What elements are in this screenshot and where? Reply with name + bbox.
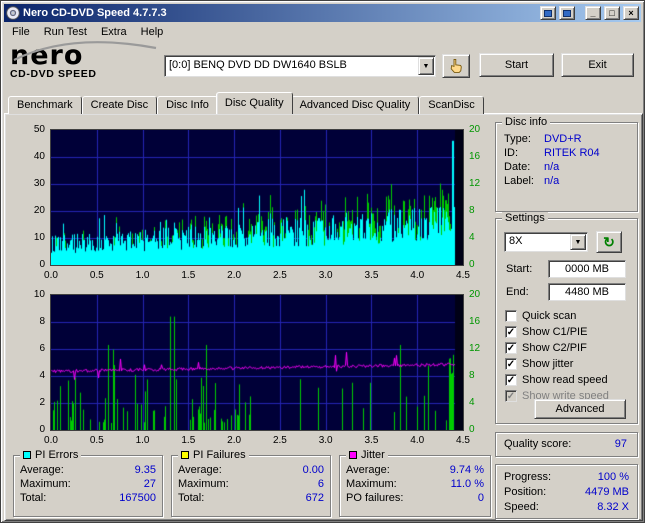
disc-quality-page: 50 40 30 20 10 0 20 16 12 8 4 0 0.0 0.5 … bbox=[4, 113, 643, 521]
checkbox-box[interactable] bbox=[505, 309, 517, 322]
bottom-chart-left-axis: 10 8 6 4 2 0 bbox=[33, 289, 45, 435]
close-button[interactable]: × bbox=[623, 6, 639, 20]
bottom-chart-canvas bbox=[51, 295, 463, 430]
pie-color-swatch bbox=[23, 451, 31, 459]
checkbox-show-c1-pie[interactable]: ✓ Show C1/PIE bbox=[505, 325, 587, 338]
tab-disc-info[interactable]: Disc Info bbox=[157, 96, 218, 114]
app-window: Nero CD-DVD Speed 4.7.7.3 _ □ × File Run… bbox=[0, 0, 645, 523]
refresh-button[interactable]: ↻ bbox=[596, 231, 622, 253]
menu-bar: File Run Test Extra Help bbox=[5, 23, 640, 41]
position-row: Position: 4479 MB bbox=[504, 486, 629, 498]
header: nero CD-DVD SPEED [0:0] BENQ DVD DD DW16… bbox=[5, 41, 640, 93]
checkbox-show-read-speed[interactable]: ✓ Show read speed bbox=[505, 373, 608, 386]
logo-main-text: nero bbox=[10, 40, 84, 71]
window-title: Nero CD-DVD Speed 4.7.7.3 bbox=[23, 7, 167, 19]
tool-icon bbox=[544, 9, 552, 17]
bottom-chart-x-axis: 0.0 0.5 1.0 1.5 2.0 2.5 3.0 3.5 4.0 4.5 bbox=[44, 435, 470, 446]
info-row: Date: n/a bbox=[504, 161, 560, 173]
end-field[interactable]: 4480 MB bbox=[548, 283, 626, 301]
title-bar[interactable]: Nero CD-DVD Speed 4.7.7.3 _ □ × bbox=[4, 4, 641, 22]
end-label: End: bbox=[506, 286, 529, 298]
app-icon bbox=[6, 6, 20, 20]
stat-row: Maximum: 6 bbox=[178, 478, 324, 490]
checkbox-box[interactable]: ✓ bbox=[505, 373, 517, 386]
minimize-button[interactable]: _ bbox=[585, 6, 601, 20]
exit-button[interactable]: Exit bbox=[561, 53, 634, 77]
tab-create-disc[interactable]: Create Disc bbox=[81, 96, 158, 114]
top-chart-canvas bbox=[51, 130, 463, 265]
pi-errors-legend: PI Errors bbox=[20, 449, 82, 461]
settings-panel: Settings 8X ▼ ↻ Start: 0000 MB End: 4480… bbox=[495, 212, 638, 424]
speed-row: Speed: 8.32 X bbox=[504, 501, 629, 513]
stat-row: Average: 9.74 % bbox=[346, 464, 484, 476]
disc-info-title: Disc info bbox=[502, 116, 551, 128]
menu-extra[interactable]: Extra bbox=[94, 24, 134, 40]
progress-row: Progress: 100 % bbox=[504, 471, 629, 483]
info-row: Label: n/a bbox=[504, 175, 560, 187]
progress-panel: Progress: 100 % Position: 4479 MB Speed: 8.… bbox=[495, 464, 638, 519]
speed-select-value: 8X bbox=[509, 235, 523, 247]
stat-row: Average: 0.00 bbox=[178, 464, 324, 476]
stat-row: Total: 672 bbox=[178, 492, 324, 504]
tab-advanced-disc-quality[interactable]: Advanced Disc Quality bbox=[290, 96, 420, 114]
pi-failures-legend: PI Failures bbox=[178, 449, 249, 461]
checkbox-show-jitter[interactable]: ✓ Show jitter bbox=[505, 357, 573, 370]
jitter-color-swatch bbox=[349, 451, 357, 459]
checkbox-box[interactable]: ✓ bbox=[505, 325, 517, 338]
advanced-button[interactable]: Advanced bbox=[534, 399, 626, 419]
menu-run-test[interactable]: Run Test bbox=[37, 24, 94, 40]
drive-select[interactable]: [0:0] BENQ DVD DD DW1640 BSLB ▼ bbox=[164, 55, 436, 77]
tab-strip: Benchmark Create Disc Disc Info Disc Qua… bbox=[8, 92, 484, 114]
stat-row: PO failures: 0 bbox=[346, 492, 484, 504]
drive-select-value: [0:0] BENQ DVD DD DW1640 BSLB bbox=[169, 59, 347, 71]
checkbox-box: ✓ bbox=[505, 389, 517, 402]
info-row: Type: DVD+R bbox=[504, 133, 582, 145]
quality-score-value: 97 bbox=[614, 438, 627, 450]
quality-score-label: Quality score: bbox=[504, 438, 572, 450]
speed-select[interactable]: 8X ▼ bbox=[504, 232, 588, 252]
titlebar-tool-button-1[interactable] bbox=[540, 6, 556, 20]
bottom-chart-right-axis: 20 16 12 8 4 0 bbox=[469, 289, 481, 435]
stat-row: Maximum: 11.0 % bbox=[346, 478, 484, 490]
top-chart-right-axis: 20 16 12 8 4 0 bbox=[469, 124, 481, 270]
disc-info-panel: Disc info Type: DVD+R ID: RITEK R04 Date: n… bbox=[495, 116, 638, 212]
start-field[interactable]: 0000 MB bbox=[548, 260, 626, 278]
jitter-panel: Jitter Average: 9.74 % Maximum: 11.0 % PO … bbox=[339, 449, 491, 517]
pi-failures-panel: PI Failures Average: 0.00 Maximum: 6 Total… bbox=[171, 449, 331, 517]
checkbox-box[interactable]: ✓ bbox=[505, 341, 517, 354]
pi-errors-panel: PI Errors Average: 9.35 Maximum: 27 Total:… bbox=[13, 449, 163, 517]
bottom-chart bbox=[50, 294, 464, 431]
quality-score-panel: Quality score: 97 bbox=[495, 432, 638, 457]
tab-benchmark[interactable]: Benchmark bbox=[8, 96, 82, 114]
top-chart-left-axis: 50 40 30 20 10 0 bbox=[33, 124, 45, 270]
checkbox-show-c2-pif[interactable]: ✓ Show C2/PIF bbox=[505, 341, 587, 354]
logo-sub-text: CD-DVD SPEED bbox=[10, 68, 97, 80]
menu-file[interactable]: File bbox=[5, 24, 37, 40]
hand-icon bbox=[448, 58, 464, 74]
stat-row: Maximum: 27 bbox=[20, 478, 156, 490]
checkbox-box[interactable]: ✓ bbox=[505, 357, 517, 370]
menu-help[interactable]: Help bbox=[134, 24, 171, 40]
tab-scandisc[interactable]: ScanDisc bbox=[419, 96, 484, 114]
tool-icon bbox=[563, 9, 571, 17]
stat-row: Average: 9.35 bbox=[20, 464, 156, 476]
top-chart bbox=[50, 129, 464, 266]
start-label: Start: bbox=[506, 263, 533, 275]
start-button[interactable]: Start bbox=[479, 53, 554, 77]
maximize-button[interactable]: □ bbox=[604, 6, 620, 20]
stat-row: Total: 167500 bbox=[20, 492, 156, 504]
jitter-legend: Jitter bbox=[346, 449, 388, 461]
info-row: ID: RITEK R04 bbox=[504, 147, 600, 159]
nero-logo: nero CD-DVD SPEED bbox=[10, 40, 162, 92]
chevron-down-icon[interactable]: ▼ bbox=[418, 57, 434, 75]
chevron-down-icon[interactable]: ▼ bbox=[570, 234, 586, 250]
settings-title: Settings bbox=[502, 212, 548, 224]
tab-disc-quality[interactable]: Disc Quality bbox=[215, 92, 293, 114]
top-chart-x-axis: 0.0 0.5 1.0 1.5 2.0 2.5 3.0 3.5 4.0 4.5 bbox=[44, 270, 470, 281]
pif-color-swatch bbox=[181, 451, 189, 459]
eject-hand-button[interactable] bbox=[442, 54, 470, 78]
checkbox-quick-scan[interactable]: Quick scan bbox=[505, 309, 576, 322]
refresh-icon: ↻ bbox=[603, 233, 615, 250]
titlebar-tool-button-2[interactable] bbox=[559, 6, 575, 20]
